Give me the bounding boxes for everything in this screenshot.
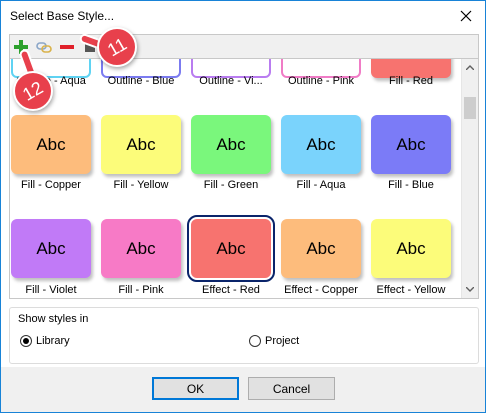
style-tile-sample-text: Abc bbox=[216, 238, 246, 258]
style-tile[interactable]: Abc bbox=[101, 115, 181, 174]
style-tile[interactable]: Abc bbox=[101, 219, 181, 278]
callout-11-label: 11 bbox=[103, 33, 130, 60]
style-tile-sample-text: Abc bbox=[36, 238, 66, 258]
gallery-scrollbar[interactable] bbox=[461, 59, 478, 298]
chevron-down-icon bbox=[466, 287, 474, 292]
style-tile-caption: Fill - Yellow bbox=[113, 179, 169, 191]
remove-style-button[interactable] bbox=[58, 38, 76, 56]
radio-library-label: Library bbox=[36, 335, 70, 347]
style-tile[interactable]: Abc bbox=[281, 115, 361, 174]
select-base-style-dialog: Select Base Style... AbcOutline - AquaAb… bbox=[0, 0, 486, 413]
style-tile-caption: Effect - Copper bbox=[284, 284, 358, 296]
close-icon bbox=[460, 10, 472, 22]
radio-library-indicator[interactable] bbox=[20, 335, 32, 347]
style-tile-sample-text: Abc bbox=[216, 134, 246, 154]
style-tile-caption: Effect - Red bbox=[202, 284, 260, 296]
style-tile-caption: Fill - Pink bbox=[118, 284, 164, 296]
link-icon bbox=[36, 42, 52, 53]
style-tile-sample-text: Abc bbox=[396, 58, 425, 59]
style-tile[interactable]: Abc bbox=[371, 219, 451, 278]
style-tile-caption: Outline - Pink bbox=[287, 75, 355, 87]
radio-library[interactable]: Library bbox=[20, 335, 70, 347]
chevron-up-icon bbox=[466, 65, 474, 70]
style-tile[interactable]: Abc bbox=[191, 115, 271, 174]
style-tile[interactable]: Abc bbox=[281, 219, 361, 278]
style-tile-caption: Outline - Vi... bbox=[199, 75, 263, 87]
style-tile-caption: Outline - Blue bbox=[107, 75, 175, 87]
minus-icon bbox=[60, 45, 74, 49]
show-styles-group: Show styles in Library Project bbox=[9, 307, 479, 364]
style-tile-sample-text: Abc bbox=[126, 238, 156, 258]
callout-12-badge: 12 bbox=[13, 71, 53, 111]
style-tile-sample-text: Abc bbox=[216, 58, 245, 59]
style-gallery: AbcOutline - AquaAbcOutline - BlueAbcOut… bbox=[9, 58, 479, 299]
link-style-button[interactable] bbox=[35, 38, 53, 56]
style-tile-caption: Fill - Copper bbox=[21, 179, 81, 191]
style-tile-sample-text: Abc bbox=[36, 134, 66, 154]
callout-11-badge: 11 bbox=[97, 27, 137, 67]
radio-project-indicator[interactable] bbox=[249, 335, 261, 347]
title-bar: Select Base Style... bbox=[1, 1, 485, 31]
style-tile-caption: Fill - Green bbox=[203, 179, 259, 191]
style-tile-sample-text: Abc bbox=[306, 58, 335, 59]
cancel-button[interactable]: Cancel bbox=[248, 377, 335, 400]
scroll-thumb[interactable] bbox=[464, 97, 476, 119]
style-tile-sample-text: Abc bbox=[126, 134, 156, 154]
style-tile-sample-text: Abc bbox=[36, 58, 65, 59]
scroll-down-button[interactable] bbox=[462, 281, 478, 298]
style-tile-sample-text: Abc bbox=[306, 134, 336, 154]
style-tile[interactable]: Abc bbox=[11, 115, 91, 174]
style-tile-sample-text: Abc bbox=[396, 134, 426, 154]
style-tile[interactable]: Abc bbox=[371, 115, 451, 174]
style-tile-caption: Effect - Yellow bbox=[376, 284, 446, 296]
style-tile-caption: Fill - Violet bbox=[25, 284, 77, 296]
style-tile-sample-text: Abc bbox=[396, 238, 426, 258]
dialog-title: Select Base Style... bbox=[10, 9, 115, 23]
style-tile[interactable]: Abc bbox=[187, 215, 275, 282]
style-tile-caption: Fill - Blue bbox=[388, 179, 434, 191]
close-button[interactable] bbox=[447, 1, 485, 31]
radio-project[interactable]: Project bbox=[249, 335, 299, 347]
style-tile[interactable]: Abc bbox=[11, 219, 91, 278]
style-tile-sample-text: Abc bbox=[306, 238, 336, 258]
scroll-up-button[interactable] bbox=[462, 59, 478, 76]
radio-project-label: Project bbox=[265, 335, 300, 347]
show-styles-label: Show styles in bbox=[18, 313, 92, 325]
ok-button[interactable]: OK bbox=[152, 377, 239, 400]
style-tile-caption: Fill - Aqua bbox=[296, 179, 346, 191]
style-tile-caption: Fill - Red bbox=[388, 75, 433, 87]
callout-12-label: 12 bbox=[19, 76, 47, 105]
dialog-footer: OK Cancel bbox=[1, 367, 485, 412]
